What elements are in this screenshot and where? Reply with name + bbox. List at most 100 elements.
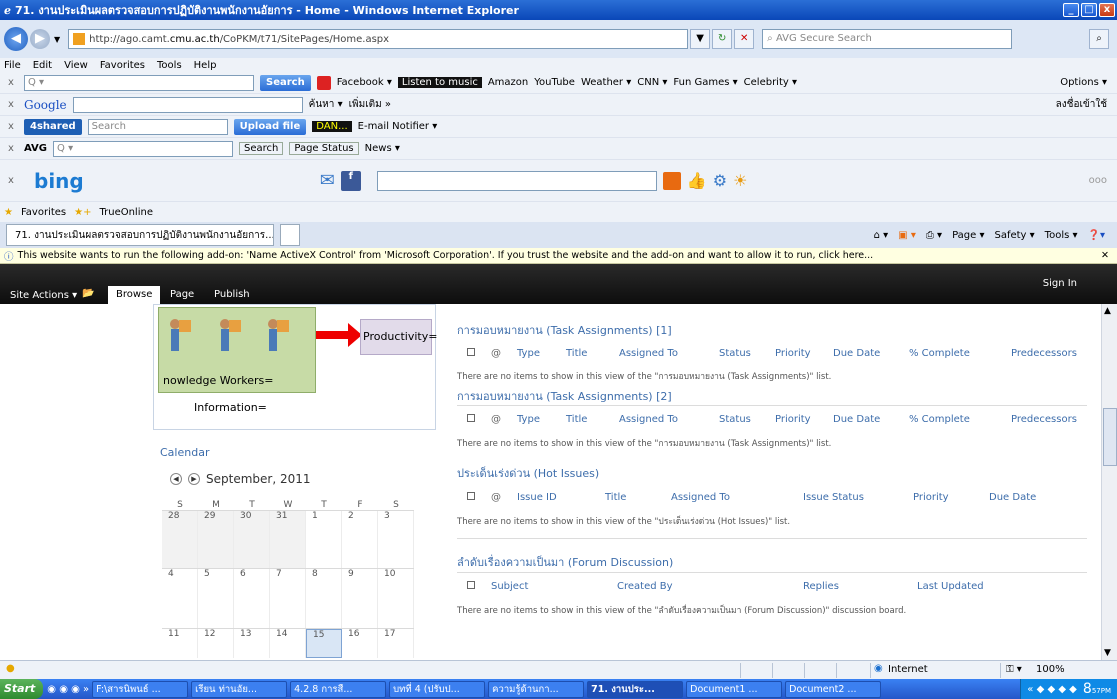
calendar-day[interactable]: 16 xyxy=(342,629,378,658)
calendar-day[interactable]: 14 xyxy=(270,629,306,658)
next-month-icon[interactable]: ▶ xyxy=(188,473,200,485)
favorites-button[interactable]: Favorites xyxy=(21,207,66,218)
column-header[interactable]: Predecessors xyxy=(1011,414,1077,425)
calendar-day[interactable]: 12 xyxy=(198,629,234,658)
taskbar-item-active[interactable]: 71. งานประ... xyxy=(587,680,684,698)
close-toolbar-icon[interactable]: x xyxy=(8,143,18,154)
hot-issues-title[interactable]: ประเด็นเร่งด่วน (Hot Issues) xyxy=(457,464,599,482)
share-icon[interactable]: ⚙ xyxy=(713,171,727,190)
close-toolbar-icon[interactable]: x xyxy=(8,77,18,88)
add-favorites-icon[interactable]: ★+ xyxy=(74,207,91,218)
search-go-icon[interactable]: ⌕ xyxy=(1089,29,1109,49)
taskbar-item[interactable]: Document1 ... xyxy=(686,680,783,698)
menu-file[interactable]: File xyxy=(4,60,21,71)
calendar-day[interactable]: 6 xyxy=(234,569,270,628)
column-header[interactable]: Due Date xyxy=(833,414,880,425)
scroll-down-icon[interactable]: ▼ xyxy=(1104,648,1111,658)
bing-search-icon[interactable] xyxy=(662,171,681,190)
calendar-title[interactable]: Calendar xyxy=(160,446,209,459)
email-notifier-button[interactable]: E-mail Notifier ▾ xyxy=(358,121,438,132)
close-toolbar-icon[interactable]: x xyxy=(8,175,18,186)
bing-more[interactable]: ooo xyxy=(1089,175,1107,186)
column-header[interactable]: Title xyxy=(605,492,626,503)
taskbar-item[interactable]: บทที่ 4 (ปรับป... xyxy=(389,680,486,698)
column-header[interactable]: Priority xyxy=(775,348,811,359)
forward-button[interactable]: ▶ xyxy=(30,29,50,49)
information-bar[interactable]: ⓘ This website wants to run the followin… xyxy=(0,248,1117,264)
tray-icons[interactable]: « ◆ ◆ ◆ ◆ xyxy=(1027,684,1077,695)
column-header[interactable]: % Complete xyxy=(909,414,970,425)
column-header[interactable]: Predecessors xyxy=(1011,348,1077,359)
toolbar-celebrity[interactable]: Celebrity ▾ xyxy=(744,77,797,88)
toolbar-weather[interactable]: Weather ▾ xyxy=(581,77,631,88)
url-dropdown-icon[interactable]: ▼ xyxy=(690,29,711,49)
music-player-select[interactable]: DAN... xyxy=(312,121,352,132)
tab-active[interactable]: 71. งานประเมินผลตรวจสอบการปฏิบัติงานพนัก… xyxy=(6,224,274,246)
4shared-search-input[interactable]: Search xyxy=(87,118,228,135)
browser-search-input[interactable]: ⌕ AVG Secure Search xyxy=(762,29,1013,49)
calendar-day[interactable]: 10 xyxy=(378,569,414,628)
page-status-button[interactable]: Page Status xyxy=(289,142,359,155)
ask-search-input[interactable]: Q ▾ xyxy=(24,74,254,91)
calendar-day[interactable]: 29 xyxy=(198,511,234,568)
column-header[interactable]: % Complete xyxy=(909,348,970,359)
site-actions-menu[interactable]: Site Actions ▾ xyxy=(10,290,77,301)
calendar-day[interactable]: 31 xyxy=(270,511,306,568)
calendar-day[interactable]: 11 xyxy=(162,629,198,658)
column-header[interactable]: Due Date xyxy=(833,348,880,359)
task-list-2-title[interactable]: การมอบหมายงาน (Task Assignments) [2] xyxy=(457,387,672,405)
back-button[interactable]: ◀ xyxy=(4,27,28,51)
taskbar-item[interactable]: เรียน ท่านอัย... xyxy=(191,680,288,698)
column-header[interactable]: Created By xyxy=(617,581,673,592)
column-header[interactable]: Subject xyxy=(491,581,528,592)
calendar-day[interactable]: 5 xyxy=(198,569,234,628)
bing-search-input[interactable] xyxy=(376,170,657,191)
calendar-day-today[interactable]: 15 xyxy=(306,629,342,658)
ribbon-tab-page[interactable]: Page xyxy=(162,286,202,304)
navigate-up-icon[interactable]: 📂 xyxy=(82,288,94,299)
toolbar-cnn[interactable]: CNN ▾ xyxy=(637,77,667,88)
toolbar-youtube[interactable]: YouTube xyxy=(534,77,575,88)
column-header[interactable]: Title xyxy=(566,414,587,425)
security-zone[interactable]: Internet xyxy=(888,664,928,675)
protected-mode-icon[interactable]: ⚿ ▾ xyxy=(1006,664,1022,675)
maximize-button[interactable]: □ xyxy=(1081,3,1097,17)
close-toolbar-icon[interactable]: x xyxy=(8,121,18,132)
taskbar-item[interactable]: Document2 ... xyxy=(785,680,882,698)
taskbar-item[interactable]: 4.2.8 การสื... xyxy=(290,680,387,698)
column-header[interactable]: Priority xyxy=(913,492,949,503)
thumbs-up-icon[interactable]: 👍 xyxy=(687,171,707,190)
menu-tools[interactable]: Tools xyxy=(157,60,182,71)
column-header[interactable]: Status xyxy=(719,348,751,359)
cmd-tools[interactable]: Tools ▾ xyxy=(1045,230,1078,241)
column-header[interactable]: Type xyxy=(517,414,540,425)
toolbar-amazon[interactable]: Amazon xyxy=(488,77,528,88)
calendar-day[interactable]: 13 xyxy=(234,629,270,658)
ask-search-button[interactable]: Search xyxy=(260,74,311,91)
google-more-button[interactable]: เพิ่มเติม » xyxy=(349,97,391,112)
vertical-scrollbar[interactable]: ▲ ▼ xyxy=(1101,304,1117,660)
forum-title[interactable]: ลำดับเรื่องความเป็นมา (Forum Discussion) xyxy=(457,553,673,571)
mail-icon[interactable]: ✉ xyxy=(320,170,335,191)
column-header[interactable]: Status xyxy=(719,414,751,425)
prev-month-icon[interactable]: ◀ xyxy=(170,473,182,485)
column-header[interactable]: Issue Status xyxy=(803,492,864,503)
help-icon[interactable]: ❓▾ xyxy=(1088,230,1105,241)
task-list-1-title[interactable]: การมอบหมายงาน (Task Assignments) [1] xyxy=(457,321,672,339)
cmd-page[interactable]: Page ▾ xyxy=(952,230,984,241)
menu-view[interactable]: View xyxy=(64,60,88,71)
calendar-day[interactable]: 7 xyxy=(270,569,306,628)
toolbar-options[interactable]: Options ▾ xyxy=(1060,77,1107,88)
calendar-day[interactable]: 28 xyxy=(162,511,198,568)
menu-edit[interactable]: Edit xyxy=(33,60,52,71)
close-infobar-icon[interactable]: ✕ xyxy=(1101,250,1109,261)
taskbar-item[interactable]: F:\สารนิพนธ์ ... xyxy=(92,680,189,698)
calendar-day[interactable]: 8 xyxy=(306,569,342,628)
column-header[interactable]: Assigned To xyxy=(619,348,678,359)
calendar-day[interactable]: 17 xyxy=(378,629,414,658)
weather-icon[interactable]: ☀ xyxy=(733,171,747,190)
taskbar-item[interactable]: ความรู้ด้านกา... xyxy=(488,680,585,698)
column-header[interactable]: Due Date xyxy=(989,492,1036,503)
calendar-day[interactable]: 9 xyxy=(342,569,378,628)
favorite-trueonline[interactable]: TrueOnline xyxy=(99,207,153,218)
